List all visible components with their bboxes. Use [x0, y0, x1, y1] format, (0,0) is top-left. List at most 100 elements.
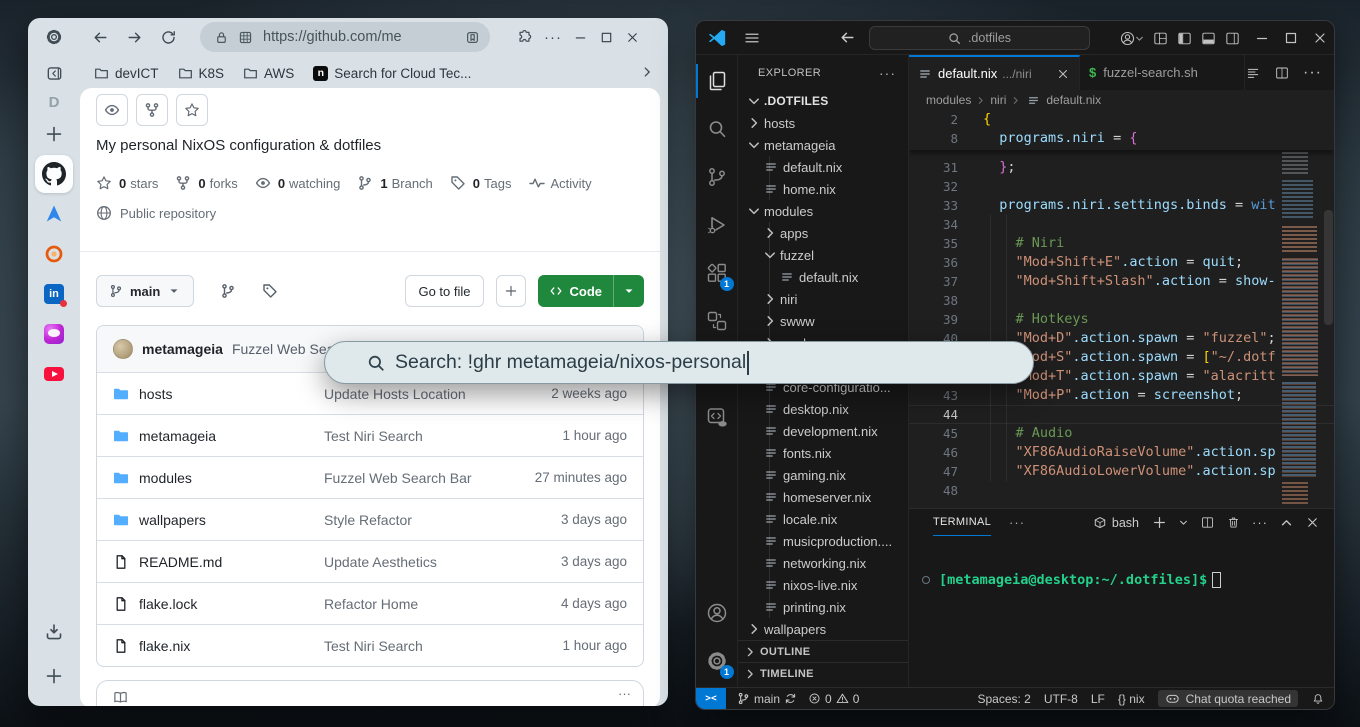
terminal-tab[interactable]: TERMINAL [933, 509, 991, 536]
tree-item-wallpapers[interactable]: wallpapers [738, 618, 908, 640]
extensions-icon[interactable] [516, 29, 533, 46]
file-row-modules[interactable]: modulesFuzzel Web Search Bar27 minutes a… [97, 456, 643, 498]
branches-link-icon[interactable] [220, 283, 236, 299]
stat-forks[interactable]: 0forks [175, 175, 237, 191]
activity-extensions[interactable]: 1 [696, 249, 738, 297]
hamburger-menu-icon[interactable] [743, 29, 761, 47]
panel-views-button[interactable]: ··· [1252, 515, 1268, 530]
tree-item-home-nix[interactable]: home.nix [738, 178, 908, 200]
dock-new-workspace[interactable] [34, 656, 74, 696]
search-overlay[interactable]: Search: !ghr metamageia/nixos-personal [324, 341, 1034, 384]
notifications-bell-icon[interactable] [1311, 692, 1325, 706]
file-row-readme-md[interactable]: README.mdUpdate Aesthetics3 days ago [97, 540, 643, 582]
command-decoration-icon[interactable] [922, 576, 930, 584]
scrollbar[interactable] [1324, 210, 1333, 325]
tree-item-default-nix[interactable]: default.nix [738, 266, 908, 288]
tree-item-gaming-nix[interactable]: gaming.nix [738, 464, 908, 486]
code-line-35[interactable]: 35 # Niri [909, 234, 1334, 253]
maximize-panel-icon[interactable] [1279, 515, 1294, 530]
code-line-36[interactable]: 36 "Mod+Shift+E".action = quit; [909, 253, 1334, 272]
outline-toggle-icon[interactable] [1245, 65, 1261, 81]
close-tab-icon[interactable] [1056, 67, 1070, 81]
code-line-45[interactable]: 45 # Audio [909, 424, 1334, 443]
forward-button[interactable] [120, 23, 148, 51]
eol-status[interactable]: LF [1091, 692, 1105, 706]
readme-menu[interactable]: ··· [618, 686, 631, 701]
tree-item-printing-nix[interactable]: printing.nix [738, 596, 908, 618]
activity-accounts[interactable] [696, 589, 738, 637]
tags-link-icon[interactable] [262, 283, 278, 299]
tree-item-apps[interactable]: apps [738, 222, 908, 244]
code-line-31[interactable]: 31 }; [909, 158, 1334, 177]
breadcrumb-modules[interactable]: modules [926, 93, 971, 107]
code-line-48[interactable]: 48 [909, 481, 1334, 500]
file-row-wallpapers[interactable]: wallpapersStyle Refactor3 days ago [97, 498, 643, 540]
address-bar[interactable]: https://github.com/me [200, 22, 490, 52]
bookmark-devict[interactable]: devICT [94, 66, 159, 81]
bookmarks-overflow-button[interactable] [640, 65, 654, 82]
dock-tab-youtube[interactable] [34, 354, 74, 394]
tree-item-homeserver-nix[interactable]: homeserver.nix [738, 486, 908, 508]
copilot-status[interactable]: Chat quota reached [1158, 690, 1298, 707]
bookmark-page-icon[interactable] [465, 30, 480, 45]
tree-item-metamageia[interactable]: metamageia [738, 134, 908, 156]
go-to-file-button[interactable]: Go to file [405, 275, 483, 307]
timeline-section[interactable]: TIMELINE [738, 662, 908, 684]
terminal-body[interactable]: [metamageia@desktop:~/.dotfiles]$ [909, 536, 1334, 687]
language-status[interactable]: {} nix [1118, 692, 1145, 706]
activity-cloud-extension[interactable] [696, 393, 738, 441]
close-panel-icon[interactable] [1305, 515, 1320, 530]
code-line-8[interactable]: 8 programs.niri = { [909, 129, 1334, 148]
tree-root-dotfiles[interactable]: .DOTFILES [738, 90, 908, 112]
tree-item-locale-nix[interactable]: locale.nix [738, 508, 908, 530]
terminal-dropdown-icon[interactable] [1178, 517, 1189, 528]
dock-tab-chat-app[interactable] [34, 314, 74, 354]
tree-item-hosts[interactable]: hosts [738, 112, 908, 134]
toggle-secondary-sidebar-icon[interactable] [1224, 30, 1241, 47]
code-line-2[interactable]: 2{ [909, 110, 1334, 129]
terminal-instance[interactable]: bash [1093, 516, 1139, 530]
stat-stars[interactable]: 0stars [96, 175, 158, 191]
editor-more-button[interactable]: ··· [1303, 64, 1322, 82]
toggle-sidebar-icon[interactable] [1176, 30, 1193, 47]
close-icon[interactable] [625, 30, 640, 45]
code-dropdown[interactable] [614, 275, 644, 307]
code-line-32[interactable]: 32 [909, 177, 1334, 196]
bookmark-search-for-cloud-tec-[interactable]: nSearch for Cloud Tec... [313, 66, 471, 81]
code-line-46[interactable]: 46 "XF86AudioRaiseVolume".action.sp [909, 443, 1334, 462]
activity-run-and-debug[interactable] [696, 201, 738, 249]
breadcrumb-file[interactable]: default.nix [1046, 93, 1101, 107]
activity-remote-explorer[interactable] [696, 297, 738, 345]
code-line-39[interactable]: 39 # Hotkeys [909, 310, 1334, 329]
explorer-actions-button[interactable]: ··· [879, 65, 896, 81]
back-arrow-icon[interactable] [839, 29, 856, 46]
bookmark-k8s[interactable]: K8S [178, 66, 225, 81]
account-button[interactable] [1119, 30, 1145, 47]
split-terminal-icon[interactable] [1200, 515, 1215, 530]
tree-item-desktop-nix[interactable]: desktop.nix [738, 398, 908, 420]
toggle-panel-icon[interactable] [1200, 30, 1217, 47]
indentation-status[interactable]: Spaces: 2 [977, 692, 1030, 706]
tree-item-development-nix[interactable]: development.nix [738, 420, 908, 442]
file-row-flake-nix[interactable]: flake.nixTest Niri Search1 hour ago [97, 624, 643, 666]
command-center[interactable]: .dotfiles [869, 26, 1090, 50]
branch-status[interactable]: main [737, 692, 797, 706]
tab-default-nix[interactable]: default.nix .../niri [909, 55, 1080, 90]
more-menu-button[interactable]: ··· [544, 29, 562, 46]
tree-item-fonts-nix[interactable]: fonts.nix [738, 442, 908, 464]
code-button[interactable]: Code [538, 275, 645, 307]
kill-terminal-icon[interactable] [1226, 515, 1241, 530]
fork-button[interactable] [136, 94, 168, 126]
add-file-button[interactable] [496, 275, 526, 307]
code-line-37[interactable]: 37 "Mod+Shift+Slash".action = show- [909, 272, 1334, 291]
browser-settings-button[interactable] [28, 18, 80, 56]
minimap[interactable] [1280, 114, 1320, 506]
maximize-icon[interactable] [1283, 30, 1299, 46]
breadcrumb-niri[interactable]: niri [990, 93, 1006, 107]
star-button[interactable] [176, 94, 208, 126]
file-row-metamageia[interactable]: metamageiaTest Niri Search1 hour ago [97, 414, 643, 456]
activity-manage[interactable]: 1 [696, 637, 738, 685]
sidebar-toggle-button[interactable] [28, 56, 80, 90]
file-row-flake-lock[interactable]: flake.lockRefactor Home4 days ago [97, 582, 643, 624]
branch-selector[interactable]: main [96, 275, 194, 307]
